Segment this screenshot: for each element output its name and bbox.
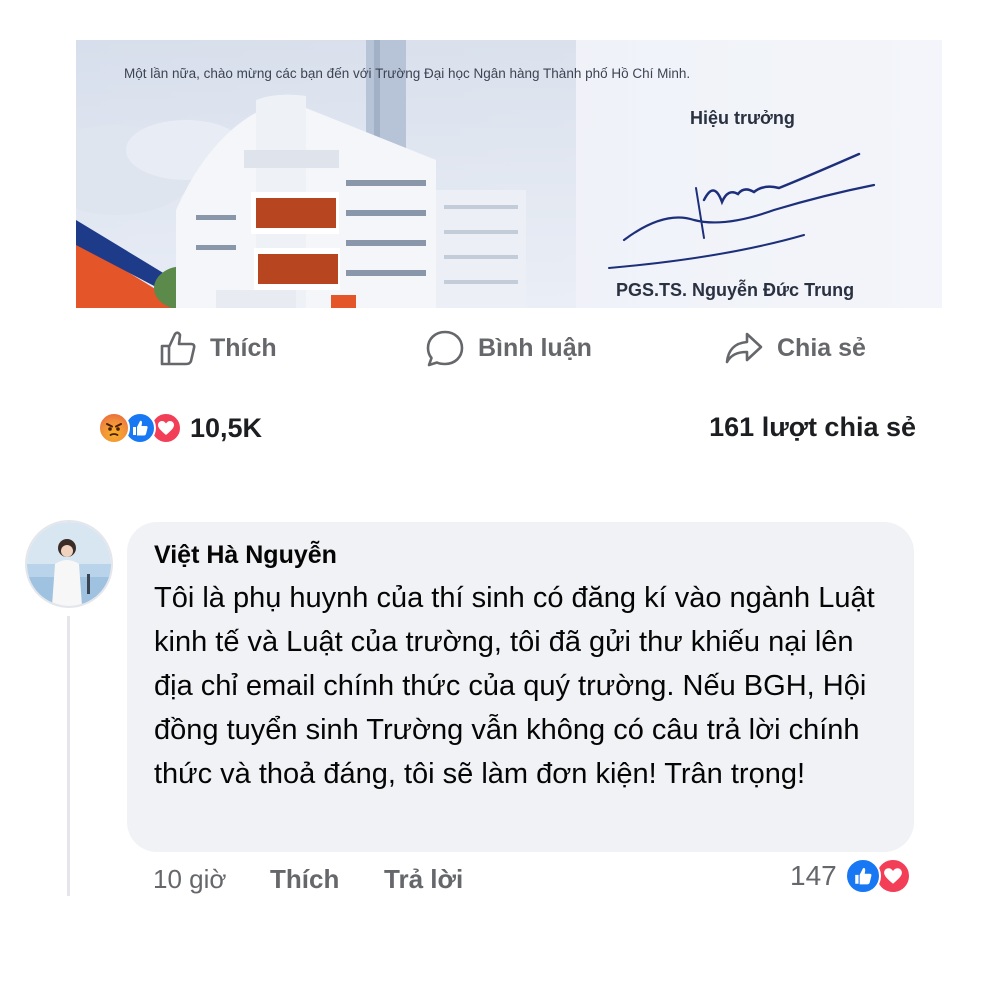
comment-bubble[interactable]: Việt Hà Nguyễn Tôi là phụ huynh của thí … (127, 522, 914, 852)
commenter-name[interactable]: Việt Hà Nguyễn (154, 540, 888, 570)
reaction-count: 10,5K (190, 412, 263, 443)
banner-signer-name: PGS.TS. Nguyễn Đức Trung (616, 280, 855, 300)
comment-like-button[interactable]: Thích (270, 862, 339, 896)
like-icon (844, 858, 881, 894)
like-label: Thích (210, 333, 277, 362)
share-label: Chia sẻ (777, 333, 866, 362)
banner-signer-title: Hiệu trưởng (690, 108, 795, 128)
comment-reaction-count: 147 (790, 860, 837, 891)
comment-text: Tôi là phụ huynh của thí sinh có đăng kí… (154, 582, 875, 790)
comment-timestamp[interactable]: 10 giờ (153, 862, 226, 896)
post-reactions[interactable]: 10,5K (98, 410, 262, 446)
share-arrow-icon (723, 328, 765, 368)
signature-image (608, 152, 876, 269)
angry-icon (98, 412, 130, 444)
comment-reply-button[interactable]: Trả lời (384, 862, 463, 896)
banner-welcome-text: Một lần nữa, chào mừng các bạn đến với T… (124, 66, 691, 81)
like-button[interactable]: Thích (158, 328, 277, 368)
commenter-avatar[interactable] (25, 520, 113, 608)
comment-thread-line (67, 616, 70, 896)
post-image[interactable]: Một lần nữa, chào mừng các bạn đến với T… (76, 40, 942, 308)
thumbs-up-icon (158, 328, 198, 368)
comment-button[interactable]: Bình luận (424, 328, 592, 368)
comment-label: Bình luận (478, 333, 592, 362)
share-button[interactable]: Chia sẻ (723, 328, 866, 368)
share-count[interactable]: 161 lượt chia sẻ (709, 412, 916, 443)
comment-reactions[interactable]: 147 (790, 858, 911, 894)
speech-bubble-icon (424, 328, 466, 368)
